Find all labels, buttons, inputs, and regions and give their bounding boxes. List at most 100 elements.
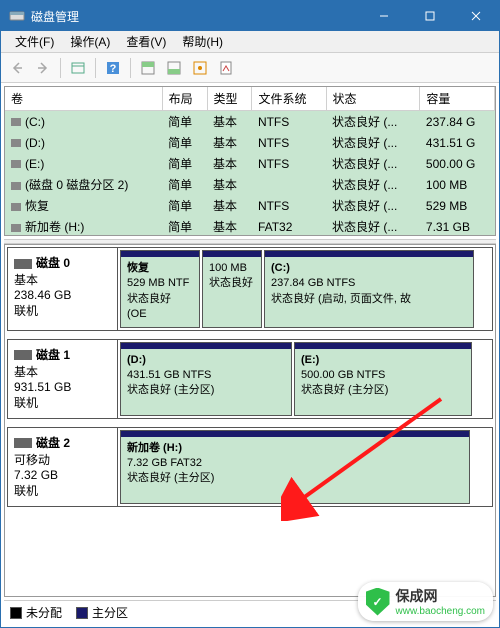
volume-cell: NTFS bbox=[252, 153, 326, 174]
disk-partitions: (D:)431.51 GB NTFS状态良好 (主分区)(E:)500.00 G… bbox=[118, 340, 492, 418]
disk-management-window: 磁盘管理 文件(F) 操作(A) 查看(V) 帮助(H) ? 卷布局类型文件系统… bbox=[0, 0, 500, 628]
volume-icon bbox=[11, 139, 21, 147]
disk-label[interactable]: 磁盘 1基本931.51 GB联机 bbox=[8, 340, 118, 418]
volume-cell: 529 MB bbox=[420, 195, 495, 216]
volume-cell: NTFS bbox=[252, 132, 326, 153]
column-header[interactable]: 容量 bbox=[420, 87, 495, 111]
volume-cell: 状态良好 (... bbox=[326, 111, 420, 133]
volume-row[interactable]: (C:)简单基本NTFS状态良好 (...237.84 G bbox=[5, 111, 495, 133]
help-button[interactable]: ? bbox=[101, 56, 125, 80]
volume-cell: 恢复 bbox=[5, 195, 162, 216]
volume-icon bbox=[11, 203, 21, 211]
close-button[interactable] bbox=[453, 1, 499, 31]
volume-cell: 基本 bbox=[207, 132, 252, 153]
menubar: 文件(F) 操作(A) 查看(V) 帮助(H) bbox=[1, 31, 499, 53]
volume-row[interactable]: 恢复简单基本NTFS状态良好 (...529 MB bbox=[5, 195, 495, 216]
disk-partitions: 恢复529 MB NTF状态良好 (OE100 MB状态良好(C:)237.84… bbox=[118, 248, 492, 330]
volume-cell: 简单 bbox=[162, 216, 207, 236]
partition-block[interactable]: (D:)431.51 GB NTFS状态良好 (主分区) bbox=[120, 342, 292, 416]
volume-cell: (磁盘 0 磁盘分区 2) bbox=[5, 174, 162, 195]
volume-cell: 500.00 G bbox=[420, 153, 495, 174]
window-title: 磁盘管理 bbox=[31, 8, 361, 25]
partition-block[interactable]: 新加卷 (H:)7.32 GB FAT32状态良好 (主分区) bbox=[120, 430, 470, 504]
disk-icon bbox=[14, 259, 32, 269]
volume-cell: (C:) bbox=[5, 111, 162, 133]
volume-cell: (D:) bbox=[5, 132, 162, 153]
partition-block[interactable]: (C:)237.84 GB NTFS状态良好 (启动, 页面文件, 故 bbox=[264, 250, 474, 328]
volume-cell: 237.84 G bbox=[420, 111, 495, 133]
disk-row: 磁盘 1基本931.51 GB联机(D:)431.51 GB NTFS状态良好 … bbox=[7, 339, 493, 419]
volume-cell: NTFS bbox=[252, 111, 326, 133]
menu-action[interactable]: 操作(A) bbox=[62, 31, 118, 52]
maximize-button[interactable] bbox=[407, 1, 453, 31]
column-header[interactable]: 类型 bbox=[207, 87, 252, 111]
volume-icon bbox=[11, 182, 21, 190]
partition-block[interactable]: 100 MB状态良好 bbox=[202, 250, 262, 328]
badge-name: 保成网 bbox=[396, 586, 486, 606]
volume-cell: 基本 bbox=[207, 153, 252, 174]
minimize-button[interactable] bbox=[361, 1, 407, 31]
volume-cell: 基本 bbox=[207, 174, 252, 195]
column-header[interactable]: 布局 bbox=[162, 87, 207, 111]
partition-block[interactable]: (E:)500.00 GB NTFS状态良好 (主分区) bbox=[294, 342, 472, 416]
menu-view[interactable]: 查看(V) bbox=[118, 31, 174, 52]
content-area: 卷布局类型文件系统状态容量 (C:)简单基本NTFS状态良好 (...237.8… bbox=[1, 83, 499, 627]
swatch-primary-icon bbox=[76, 607, 88, 619]
legend-unallocated: 未分配 bbox=[10, 604, 62, 621]
partition-block[interactable]: 恢复529 MB NTF状态良好 (OE bbox=[120, 250, 200, 328]
volume-row[interactable]: 新加卷 (H:)简单基本FAT32状态良好 (...7.31 GB bbox=[5, 216, 495, 236]
volume-row[interactable]: (E:)简单基本NTFS状态良好 (...500.00 G bbox=[5, 153, 495, 174]
disk-label[interactable]: 磁盘 2可移动7.32 GB联机 bbox=[8, 428, 118, 506]
back-button[interactable] bbox=[5, 56, 29, 80]
menu-help[interactable]: 帮助(H) bbox=[174, 31, 231, 52]
column-header[interactable]: 文件系统 bbox=[252, 87, 326, 111]
disk-partitions: 新加卷 (H:)7.32 GB FAT32状态良好 (主分区) bbox=[118, 428, 492, 506]
legend-unallocated-label: 未分配 bbox=[26, 604, 62, 621]
app-icon bbox=[9, 8, 25, 24]
volume-row[interactable]: (磁盘 0 磁盘分区 2)简单基本 状态良好 (...100 MB bbox=[5, 174, 495, 195]
volume-cell: 431.51 G bbox=[420, 132, 495, 153]
forward-button[interactable] bbox=[31, 56, 55, 80]
legend-primary: 主分区 bbox=[76, 604, 128, 621]
volume-cell bbox=[252, 174, 326, 195]
toolbar: ? bbox=[1, 53, 499, 83]
watermark-badge: ✓ 保成网 www.baocheng.com bbox=[358, 582, 494, 621]
disk-graphical-pane[interactable]: 磁盘 0基本238.46 GB联机恢复529 MB NTF状态良好 (OE100… bbox=[4, 244, 496, 597]
disk-row: 磁盘 2可移动7.32 GB联机新加卷 (H:)7.32 GB FAT32状态良… bbox=[7, 427, 493, 507]
volume-cell: 7.31 GB bbox=[420, 216, 495, 236]
svg-text:?: ? bbox=[110, 63, 117, 75]
settings-button[interactable] bbox=[188, 56, 212, 80]
volume-list-pane[interactable]: 卷布局类型文件系统状态容量 (C:)简单基本NTFS状态良好 (...237.8… bbox=[4, 86, 496, 236]
volume-icon bbox=[11, 118, 21, 126]
column-header[interactable]: 卷 bbox=[5, 87, 162, 111]
volume-cell: FAT32 bbox=[252, 216, 326, 236]
shield-icon: ✓ bbox=[366, 588, 390, 616]
volume-cell: 简单 bbox=[162, 153, 207, 174]
legend-primary-label: 主分区 bbox=[92, 604, 128, 621]
volume-cell: 100 MB bbox=[420, 174, 495, 195]
column-header[interactable]: 状态 bbox=[326, 87, 420, 111]
layout-bottom-button[interactable] bbox=[162, 56, 186, 80]
swatch-unallocated-icon bbox=[10, 607, 22, 619]
badge-url: www.baocheng.com bbox=[396, 606, 486, 617]
window-buttons bbox=[361, 1, 499, 31]
volume-icon bbox=[11, 160, 21, 168]
volume-row[interactable]: (D:)简单基本NTFS状态良好 (...431.51 G bbox=[5, 132, 495, 153]
volume-table: 卷布局类型文件系统状态容量 (C:)简单基本NTFS状态良好 (...237.8… bbox=[5, 87, 495, 236]
properties-button[interactable] bbox=[214, 56, 238, 80]
volume-cell: 状态良好 (... bbox=[326, 132, 420, 153]
volume-cell: 基本 bbox=[207, 216, 252, 236]
volume-cell: 简单 bbox=[162, 174, 207, 195]
volume-cell: 状态良好 (... bbox=[326, 174, 420, 195]
menu-file[interactable]: 文件(F) bbox=[7, 31, 62, 52]
volume-icon bbox=[11, 224, 21, 232]
disk-label[interactable]: 磁盘 0基本238.46 GB联机 bbox=[8, 248, 118, 330]
volume-cell: 状态良好 (... bbox=[326, 216, 420, 236]
disk-icon bbox=[14, 350, 32, 360]
volume-cell: NTFS bbox=[252, 195, 326, 216]
layout-top-button[interactable] bbox=[136, 56, 160, 80]
disk-icon bbox=[14, 438, 32, 448]
disk-row: 磁盘 0基本238.46 GB联机恢复529 MB NTF状态良好 (OE100… bbox=[7, 247, 493, 331]
view-button[interactable] bbox=[66, 56, 90, 80]
volume-cell: 简单 bbox=[162, 132, 207, 153]
